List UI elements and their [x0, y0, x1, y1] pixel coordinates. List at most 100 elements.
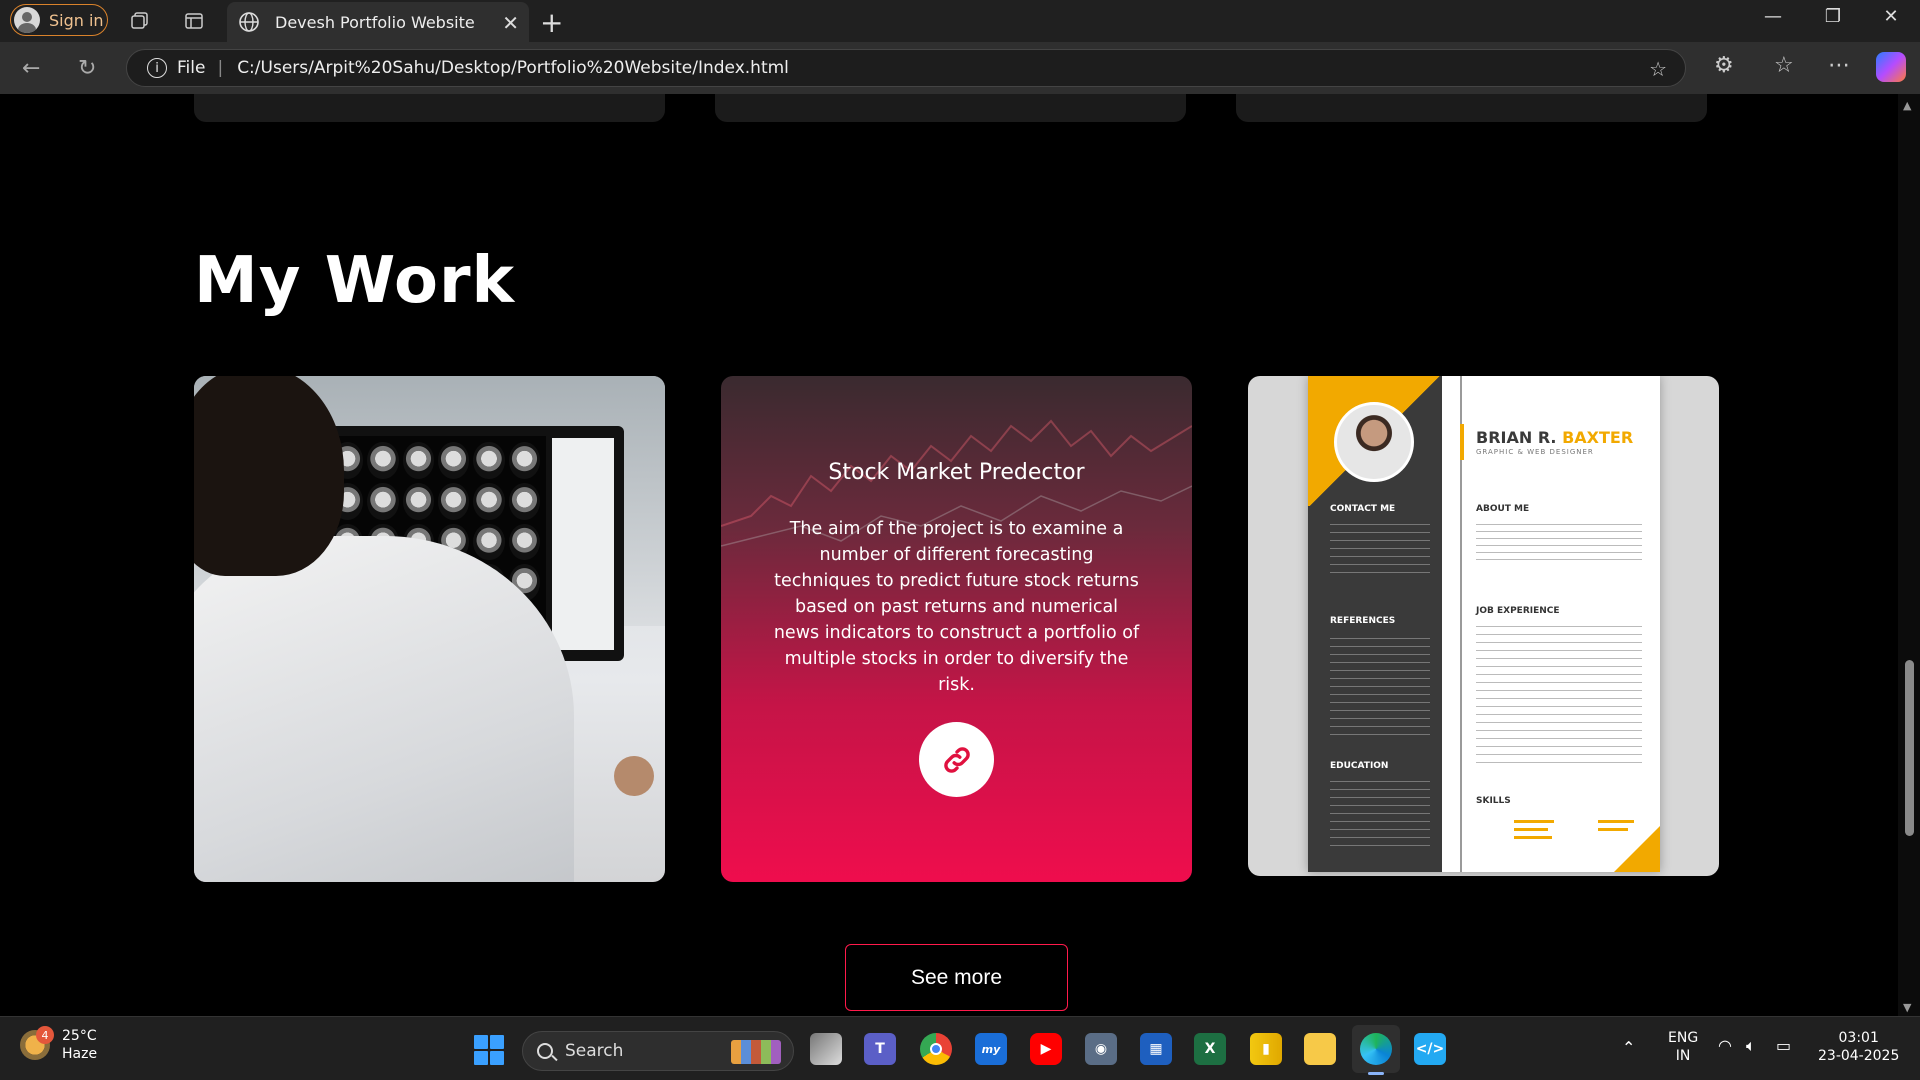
favorite-star-icon[interactable]: ☆ — [1649, 57, 1667, 81]
time: 03:01 — [1838, 1030, 1879, 1046]
page-viewport: My Work Stock Market Predector The aim o… — [6, 94, 1898, 1016]
excel-icon[interactable]: X — [1194, 1033, 1226, 1065]
resume-contact-lines — [1330, 524, 1430, 574]
language-indicator[interactable]: ENG IN — [1668, 1029, 1698, 1065]
task-view-icon[interactable] — [810, 1033, 842, 1065]
project-link-button[interactable] — [919, 722, 994, 797]
taskbar: 4 25°C Haze Search T my ▶ ◉ ▦ X ▮ </> ⌃ … — [0, 1016, 1920, 1080]
wifi-icon[interactable]: ◠ — [1718, 1037, 1732, 1055]
resume-skills-heading: SKILLS — [1476, 796, 1511, 806]
myhp-icon[interactable]: my — [975, 1033, 1007, 1065]
vertical-tabs-icon[interactable] — [182, 9, 206, 33]
tab-active[interactable]: Devesh Portfolio Website ✕ — [227, 2, 529, 42]
doctor-hair-image — [194, 376, 344, 576]
start-windows-icon[interactable] — [474, 1035, 504, 1065]
resume-corner-accent — [1614, 826, 1660, 872]
chrome-icon[interactable] — [920, 1033, 952, 1065]
resume-job-lines — [1476, 626, 1642, 766]
scrollbar-thumb[interactable] — [1905, 660, 1914, 836]
youtube-icon[interactable]: ▶ — [1030, 1033, 1062, 1065]
url-field[interactable]: i File | C:/Users/Arpit%20Sahu/Desktop/P… — [126, 49, 1686, 87]
workspaces-icon[interactable] — [128, 9, 152, 33]
resume-job-heading: JOB EXPERIENCE — [1476, 606, 1560, 616]
browser-tab-bar: Sign in Devesh Portfolio Website ✕ + — ❐… — [0, 0, 1920, 42]
temperature: 25°C — [62, 1028, 97, 1044]
tab-title: Devesh Portfolio Website — [275, 12, 475, 32]
previous-card-bottom — [715, 94, 1186, 122]
show-hidden-icons-icon[interactable]: ⌃ — [1622, 1039, 1635, 1057]
close-window-icon[interactable]: ✕ — [1866, 6, 1916, 27]
sign-in-label: Sign in — [49, 10, 104, 30]
vscode-icon[interactable]: </> — [1414, 1033, 1446, 1065]
page-scrollbar[interactable]: ▲ ▼ — [1898, 94, 1920, 1016]
date: 23-04-2025 — [1818, 1048, 1900, 1064]
hand-on-mouse-image — [614, 756, 654, 796]
resume-name-bar — [1460, 424, 1464, 460]
weather-haze-icon: 4 — [20, 1026, 54, 1060]
monitor-side-panel — [552, 438, 614, 650]
globe-icon — [239, 12, 259, 32]
more-menu-icon[interactable]: ⋯ — [1828, 53, 1850, 78]
taskbar-search[interactable]: Search — [522, 1031, 794, 1071]
edge-icon[interactable] — [1360, 1033, 1392, 1075]
resume-photo — [1334, 402, 1414, 482]
resume-skill-bar — [1514, 828, 1548, 831]
url-scheme: File — [177, 58, 206, 78]
work-card-stock[interactable]: Stock Market Predector The aim of the pr… — [721, 376, 1192, 882]
volume-icon[interactable]: 🔈︎ — [1746, 1037, 1756, 1055]
new-tab-icon[interactable]: + — [540, 6, 563, 39]
clock[interactable]: 03:01 23-04-2025 — [1818, 1029, 1899, 1065]
minimize-icon[interactable]: — — [1748, 6, 1798, 27]
resume-skill-bar — [1598, 820, 1634, 823]
address-bar-row: ← ↻ i File | C:/Users/Arpit%20Sahu/Deskt… — [0, 42, 1920, 94]
site-info-icon[interactable]: i — [147, 58, 167, 78]
resume-about-lines — [1476, 524, 1642, 566]
resume-education-lines — [1330, 781, 1430, 851]
scroll-up-icon[interactable]: ▲ — [1903, 99, 1911, 112]
doctor-coat-image — [194, 536, 574, 882]
resume-references-heading: REFERENCES — [1330, 616, 1396, 626]
powerbi-icon[interactable]: ▮ — [1250, 1033, 1282, 1065]
camera-icon[interactable]: ◉ — [1085, 1033, 1117, 1065]
battery-icon[interactable]: ▭ — [1776, 1037, 1791, 1055]
work-description: The aim of the project is to examine a n… — [773, 519, 1140, 695]
sign-in-button[interactable]: Sign in — [10, 4, 108, 36]
close-tab-icon[interactable]: ✕ — [502, 11, 519, 35]
favorites-icon[interactable]: ☆ — [1774, 53, 1794, 78]
copilot-icon[interactable] — [1876, 52, 1906, 82]
profile-avatar-icon — [14, 7, 40, 33]
scroll-down-icon[interactable]: ▼ — [1903, 1001, 1911, 1014]
resume-document: BRIAN R. BAXTER GRAPHIC & WEB DESIGNER C… — [1308, 376, 1660, 872]
resume-name: BRIAN R. BAXTER — [1476, 428, 1634, 447]
resume-about-heading: ABOUT ME — [1476, 504, 1530, 514]
resume-references-lines — [1330, 638, 1430, 738]
extensions-icon[interactable]: ⚙ — [1714, 53, 1734, 78]
work-title: Stock Market Predector — [828, 460, 1085, 485]
language: ENG — [1668, 1030, 1699, 1046]
search-label: Search — [565, 1041, 624, 1061]
resume-skill-bar — [1514, 820, 1554, 823]
url-text: C:/Users/Arpit%20Sahu/Desktop/Portfolio%… — [237, 58, 789, 78]
resume-education-heading: EDUCATION — [1330, 761, 1389, 771]
resume-skill-bar — [1514, 836, 1552, 839]
store-icon[interactable]: ▦ — [1140, 1033, 1172, 1065]
restore-icon[interactable]: ❐ — [1808, 6, 1858, 27]
refresh-icon[interactable]: ↻ — [78, 56, 96, 81]
previous-card-bottom — [194, 94, 665, 122]
file-explorer-icon[interactable] — [1304, 1033, 1336, 1065]
see-more-button[interactable]: See more — [845, 944, 1068, 1011]
back-icon[interactable]: ← — [22, 56, 40, 81]
teams-icon[interactable]: T — [864, 1033, 896, 1065]
link-icon — [943, 746, 970, 773]
work-card-medical[interactable] — [194, 376, 665, 882]
work-card-resume[interactable]: BRIAN R. BAXTER GRAPHIC & WEB DESIGNER C… — [1248, 376, 1719, 876]
resume-contact-heading: CONTACT ME — [1330, 504, 1396, 514]
resume-role: GRAPHIC & WEB DESIGNER — [1476, 448, 1594, 456]
previous-card-bottom — [1236, 94, 1707, 122]
weather-condition: Haze — [62, 1046, 98, 1062]
search-icon — [537, 1043, 553, 1059]
weather-widget[interactable]: 4 25°C Haze — [20, 1026, 98, 1063]
section-title: My Work — [194, 244, 516, 318]
region: IN — [1675, 1048, 1691, 1064]
url-separator: | — [217, 58, 224, 78]
